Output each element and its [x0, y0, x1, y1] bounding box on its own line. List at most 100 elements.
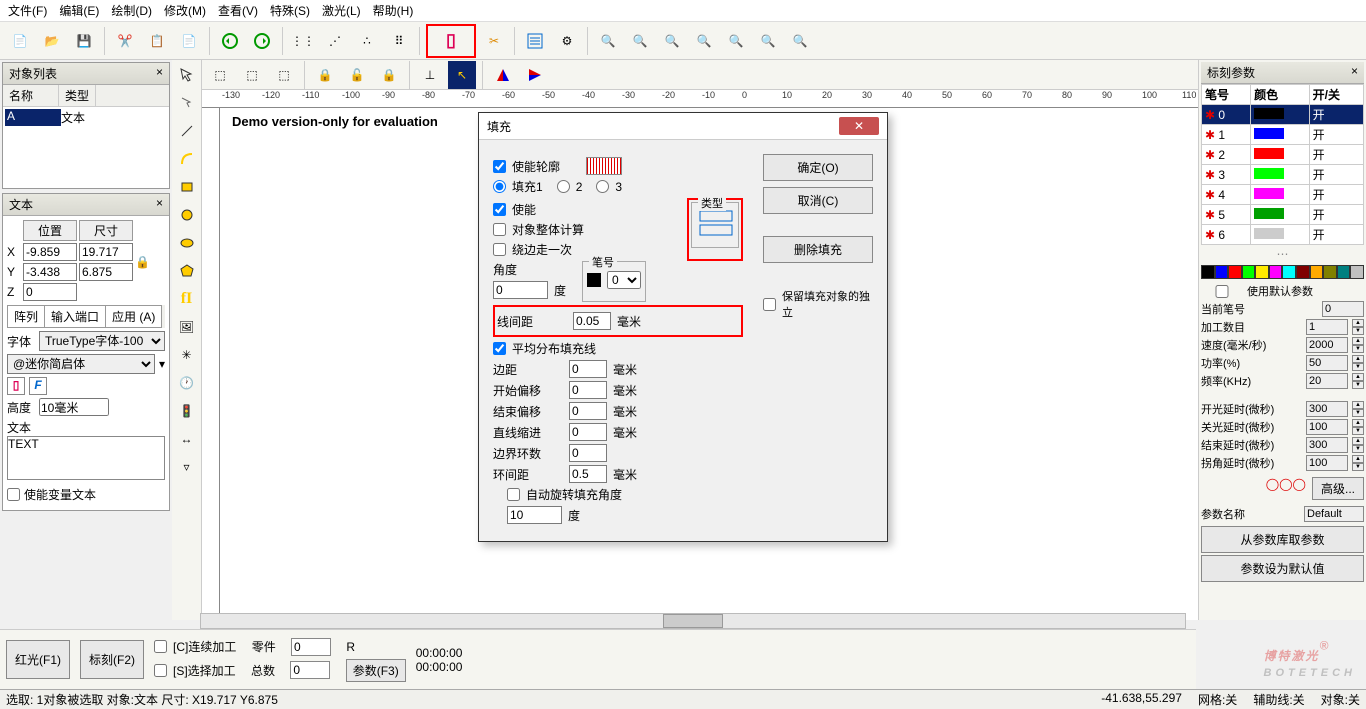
new-icon[interactable]: 📄	[6, 27, 34, 55]
endoff-input[interactable]	[569, 402, 607, 420]
dots1-icon[interactable]: ⋮⋮	[289, 27, 317, 55]
clock-icon[interactable]: 🕐	[176, 372, 198, 394]
total-input[interactable]	[290, 661, 330, 679]
freq-input[interactable]	[1306, 373, 1348, 389]
mirror-h-icon[interactable]	[489, 61, 517, 89]
enddelay-input[interactable]	[1306, 437, 1348, 453]
pen-row[interactable]: ✱ 6开	[1202, 225, 1364, 245]
h-input[interactable]	[79, 263, 133, 281]
list-icon[interactable]	[521, 27, 549, 55]
zoom-sel-icon[interactable]: 🔍	[722, 27, 750, 55]
fill1-radio[interactable]	[493, 180, 506, 193]
undo-icon[interactable]	[216, 27, 244, 55]
rotate-input[interactable]	[507, 506, 562, 524]
spinner[interactable]: ▲▼	[1352, 319, 1364, 335]
tab-apply[interactable]: 应用 (A)	[105, 305, 162, 328]
pen-row[interactable]: ✱ 3开	[1202, 165, 1364, 185]
curpen-input[interactable]	[1322, 301, 1364, 317]
zoom-icon[interactable]: 🔍	[594, 27, 622, 55]
more-icon[interactable]: ▿	[176, 456, 198, 478]
menu-special[interactable]: 特殊(S)	[270, 2, 310, 19]
parts-input[interactable]	[291, 638, 331, 656]
ondelay-input[interactable]	[1306, 401, 1348, 417]
text-input[interactable]: TEXT	[7, 436, 165, 480]
linered-input[interactable]	[569, 423, 607, 441]
pen-row[interactable]: ✱ 2开	[1202, 145, 1364, 165]
palette-color[interactable]	[1323, 265, 1337, 279]
zoom-all-icon[interactable]: 🔍	[754, 27, 782, 55]
paste-icon[interactable]: 📄	[175, 27, 203, 55]
continuous-checkbox[interactable]	[154, 640, 167, 653]
zoom-page-icon[interactable]: 🔍	[786, 27, 814, 55]
param-button[interactable]: 参数(F3)	[346, 659, 406, 682]
mark-button[interactable]: 标刻(F2)	[80, 640, 144, 679]
palette-color[interactable]	[1282, 265, 1296, 279]
palette-color[interactable]	[1215, 265, 1229, 279]
menu-laser[interactable]: 激光(L)	[322, 2, 361, 19]
sel2-icon[interactable]: ⬚	[238, 61, 266, 89]
menu-edit[interactable]: 编辑(E)	[59, 2, 99, 19]
spinner[interactable]: ▲▼	[1352, 419, 1364, 435]
redlight-button[interactable]: 红光(F1)	[6, 640, 70, 679]
palette-color[interactable]	[1310, 265, 1324, 279]
close-icon[interactable]: ×	[1351, 64, 1358, 81]
scrollbar-thumb[interactable]	[663, 614, 723, 628]
italic-icon[interactable]: F	[29, 377, 47, 395]
y-input[interactable]	[23, 263, 77, 281]
pattern-icon[interactable]	[586, 157, 622, 175]
menu-view[interactable]: 查看(V)	[218, 2, 258, 19]
palette-color[interactable]	[1228, 265, 1242, 279]
align-icon[interactable]: ⊥	[416, 61, 444, 89]
object-row[interactable]: A 文本	[3, 107, 169, 128]
palette-color[interactable]	[1350, 265, 1364, 279]
font-select[interactable]: TrueType字体-100	[39, 331, 165, 351]
node-icon[interactable]	[176, 92, 198, 114]
circle-icon[interactable]	[176, 204, 198, 226]
fontname-select[interactable]: @迷你简启体	[7, 354, 155, 374]
power-input[interactable]	[1306, 355, 1348, 371]
rotate-checkbox[interactable]	[507, 488, 520, 501]
open-icon[interactable]: 📂	[38, 27, 66, 55]
palette-color[interactable]	[1255, 265, 1269, 279]
scissors-icon[interactable]: ✂	[480, 27, 508, 55]
delete-hatch-button[interactable]: 删除填充	[763, 236, 873, 263]
default-checkbox[interactable]	[1201, 285, 1243, 298]
spinner[interactable]: ▲▼	[1352, 355, 1364, 371]
curve-icon[interactable]	[176, 148, 198, 170]
w-input[interactable]	[79, 243, 133, 261]
zoom-in-icon[interactable]: 🔍	[626, 27, 654, 55]
pen-row[interactable]: ✱ 4开	[1202, 185, 1364, 205]
redo-icon[interactable]	[248, 27, 276, 55]
keep-checkbox[interactable]	[763, 298, 776, 311]
count-input[interactable]	[1306, 319, 1348, 335]
whole-checkbox[interactable]	[493, 223, 506, 236]
lock2-icon[interactable]: 🔓	[343, 61, 371, 89]
palette-color[interactable]	[1201, 265, 1215, 279]
angle-input[interactable]	[493, 281, 548, 299]
rect-icon[interactable]	[176, 176, 198, 198]
polygon-icon[interactable]	[176, 260, 198, 282]
edge-input[interactable]	[569, 360, 607, 378]
dialog-close-button[interactable]: ✕	[839, 117, 879, 135]
dots2-icon[interactable]: ⋰	[321, 27, 349, 55]
lock3-icon[interactable]: 🔒	[375, 61, 403, 89]
extend-icon[interactable]: ↔	[176, 428, 198, 450]
spinner[interactable]: ▲▼	[1352, 401, 1364, 417]
avg-checkbox[interactable]	[493, 342, 506, 355]
cancel-button[interactable]: 取消(C)	[763, 187, 873, 214]
tab-array[interactable]: 阵列	[7, 305, 45, 328]
loops-input[interactable]	[569, 444, 607, 462]
around-checkbox[interactable]	[493, 243, 506, 256]
linesp-input[interactable]	[573, 312, 611, 330]
z-input[interactable]	[23, 283, 77, 301]
dots3-icon[interactable]: ∴	[353, 27, 381, 55]
zoom-out-icon[interactable]: 🔍	[658, 27, 686, 55]
horizontal-scrollbar[interactable]	[200, 613, 1186, 629]
palette-color[interactable]	[1337, 265, 1351, 279]
fill3-radio[interactable]	[596, 180, 609, 193]
dots4-icon[interactable]: ⠿	[385, 27, 413, 55]
paramname-input[interactable]	[1304, 506, 1364, 522]
palette-color[interactable]	[1269, 265, 1283, 279]
text-icon[interactable]: fI	[176, 288, 198, 310]
color-palette[interactable]	[1201, 265, 1364, 279]
